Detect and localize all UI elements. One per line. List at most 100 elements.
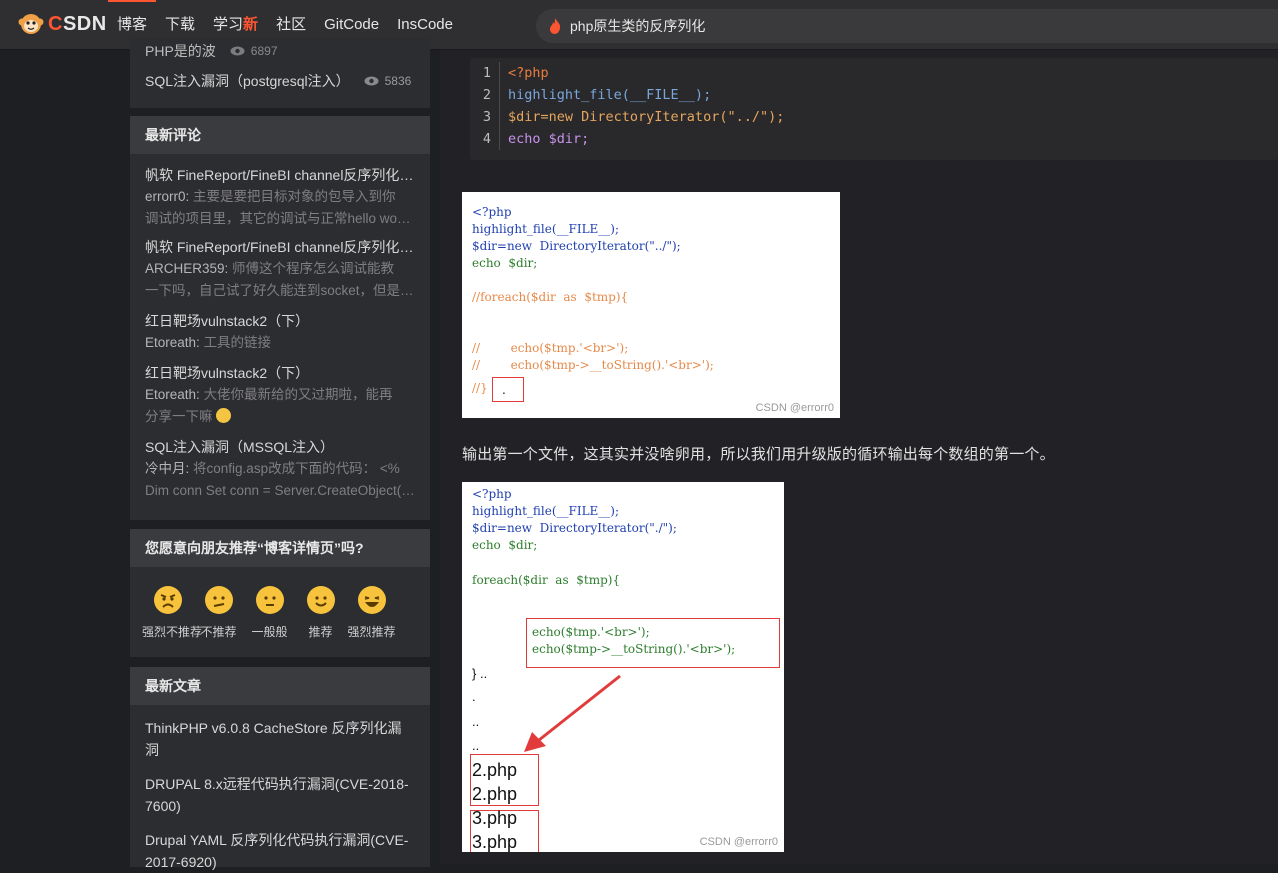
- comment-item[interactable]: SQL注入漏洞（MSSQL注入） 冷中月: 将config.asp改成下面的代码…: [130, 428, 430, 502]
- comment-article-title[interactable]: 红日靶场vulnstack2（下）: [145, 362, 415, 384]
- article-content: 1 <?php 2 highlight_file(__FILE__); 3 $dir=…: [440, 50, 1278, 864]
- comment-text: 调试的项目里，其它的调试与正常hello world一样: [145, 211, 415, 226]
- monkey-logo-icon: [18, 14, 44, 34]
- image-code-line: $dir=new DirectoryIterator("./");: [472, 521, 677, 535]
- comment-text: 分享一下嘛: [145, 409, 213, 424]
- search-input[interactable]: php原生类的反序列化: [536, 9, 1278, 43]
- code-text: echo $dir;: [508, 131, 590, 147]
- code-line: 1 <?php: [470, 62, 549, 84]
- recommend-options: 强烈不推荐 不推荐 一般般 推荐 强烈推荐: [130, 567, 430, 640]
- image-code-line: <?php: [472, 487, 512, 501]
- image-code-line: echo $dir;: [472, 256, 538, 270]
- article-paragraph: 输出第一个文件，这其实并没啥卵用，所以我们用升级版的循环输出每个数组的第一个。: [462, 446, 1055, 463]
- watermark: CSDN @errorr0: [699, 836, 778, 848]
- code-text: <?php: [508, 65, 549, 81]
- recommend-title: 您愿意向朋友推荐“博客详情页”吗?: [130, 529, 430, 567]
- smile-face-icon: [306, 586, 335, 614]
- comment-article-title[interactable]: 帆软 FineReport/FineBI channel反序列化漏洞: [145, 236, 415, 258]
- comment-item[interactable]: 帆软 FineReport/FineBI channel反序列化漏洞 ARCHE…: [130, 230, 430, 302]
- comment-text: 主要是要把目标对象的包导入到你: [193, 189, 396, 204]
- option-label: 强烈推荐: [347, 625, 396, 639]
- option-recommend[interactable]: 推荐: [295, 585, 346, 640]
- view-count: 5836: [384, 74, 412, 88]
- image-output: ..: [472, 714, 480, 729]
- comment-item[interactable]: 帆软 FineReport/FineBI channel反序列化漏洞 error…: [130, 154, 430, 230]
- neutral-face-icon: [255, 586, 284, 614]
- comment-article-title[interactable]: 红日靶场vulnstack2（下）: [145, 310, 415, 332]
- image-code-line: highlight_file(__FILE__);: [472, 222, 620, 236]
- image-code-line: // echo($tmp->__toString().'<br>');: [472, 358, 714, 372]
- hot-articles-card: PHP是的波 6897 SQL注入漏洞（postgresql注入） 5836: [130, 38, 430, 108]
- code-block[interactable]: 1 <?php 2 highlight_file(__FILE__); 3 $dir=…: [470, 58, 1278, 160]
- views-eye-icon: [364, 76, 379, 86]
- nav-inscode-label: InsCode: [397, 16, 453, 33]
- watermark: CSDN @errorr0: [755, 402, 834, 414]
- new-badge: 新: [243, 16, 259, 33]
- hot-article-item[interactable]: SQL注入漏洞（postgresql注入） 5836: [130, 66, 430, 96]
- hot-flame-icon: [550, 18, 561, 34]
- screenshot-image-1: <?php highlight_file(__FILE__); $dir=new…: [462, 192, 840, 418]
- image-code-line: <?php: [472, 205, 512, 219]
- hot-article-item[interactable]: PHP是的波 6897: [130, 38, 430, 64]
- article-title: Drupal YAML 反序列化代码执行漏洞(CVE-: [145, 832, 409, 848]
- hot-article-title: PHP是的波: [145, 43, 216, 59]
- nav-community-label: 社区: [276, 16, 307, 33]
- image-code-line: // echo($tmp.'<br>');: [472, 341, 629, 355]
- comment-article-title[interactable]: SQL注入漏洞（MSSQL注入）: [145, 436, 415, 458]
- angry-face-icon: [153, 586, 182, 614]
- option-neutral[interactable]: 一般般: [244, 585, 295, 640]
- article-title-cont: 2017-6920): [145, 854, 217, 870]
- csdn-logo[interactable]: CSDN: [18, 12, 107, 36]
- comment-text: 工具的链接: [203, 335, 272, 350]
- image-output: 3.php: [472, 832, 518, 852]
- option-strongly-recommend[interactable]: 强烈推荐: [346, 585, 397, 640]
- line-number: 4: [470, 128, 500, 150]
- comment-user: Etoreath:: [145, 387, 200, 402]
- view-count: 6897: [250, 44, 278, 58]
- comment-text: 一下吗，自己试了好久能连到socket，但是断点就不行: [145, 283, 415, 298]
- code-text: highlight_file(__FILE__);: [508, 87, 712, 103]
- nav-blog-label: 博客: [117, 16, 148, 33]
- comment-user: errorr0:: [145, 189, 190, 204]
- code-line: 4 echo $dir;: [470, 128, 589, 150]
- latest-article-item[interactable]: Drupal YAML 反序列化代码执行漏洞(CVE- 2017-6920): [130, 817, 430, 873]
- latest-article-item[interactable]: DRUPAL 8.x远程代码执行漏洞(CVE-2018- 7600): [130, 761, 430, 817]
- image-output: ..: [472, 738, 480, 753]
- image-code-line: echo($tmp.'<br>');: [532, 625, 650, 639]
- code-line: 3 $dir=new DirectoryIterator("../");: [470, 106, 784, 128]
- brand-name: CSDN: [48, 12, 107, 35]
- image-output: 3.php: [472, 808, 518, 828]
- latest-article-item[interactable]: ThinkPHP v6.0.8 CacheStore 反序列化漏洞: [130, 705, 430, 761]
- image-output: .: [502, 383, 506, 397]
- comment-item[interactable]: 红日靶场vulnstack2（下） Etoreath: 工具的链接: [130, 302, 430, 354]
- article-title: ThinkPHP v6.0.8 CacheStore 反序列化漏洞: [145, 720, 402, 758]
- option-strongly-not-recommend[interactable]: 强烈不推荐: [142, 585, 203, 640]
- latest-articles-card: 最新文章 ThinkPHP v6.0.8 CacheStore 反序列化漏洞 D…: [130, 667, 430, 870]
- image-code-line: //}: [472, 381, 488, 395]
- comment-user: 冷中月:: [145, 461, 190, 476]
- nav-learn-label: 学习: [213, 16, 244, 33]
- image-output: 2.php: [472, 784, 518, 804]
- comment-item[interactable]: 红日靶场vulnstack2（下） Etoreath: 大佬你最新给的又过期啦，…: [130, 354, 430, 428]
- option-not-recommend[interactable]: 不推荐: [193, 585, 244, 640]
- image-code-line: highlight_file(__FILE__);: [472, 504, 620, 518]
- option-label: 强烈不推荐: [142, 625, 203, 639]
- latest-comments-title: 最新评论: [130, 116, 430, 154]
- article-title-cont: 7600): [145, 798, 181, 814]
- line-number: 1: [470, 62, 500, 84]
- laughing-face-icon: [357, 586, 386, 614]
- option-label: 一般般: [251, 625, 288, 639]
- option-label: 不推荐: [200, 625, 237, 639]
- nav-download-label: 下载: [165, 16, 196, 33]
- screenshot-image-2: <?php highlight_file(__FILE__); $dir=new…: [462, 482, 784, 852]
- comment-user: ARCHER359:: [145, 261, 229, 276]
- comment-user: Etoreath:: [145, 335, 200, 350]
- red-arrow-icon: [524, 674, 621, 752]
- flushed-emoji-icon: [216, 408, 232, 423]
- image-code-line: echo $dir;: [472, 538, 538, 552]
- comment-article-title[interactable]: 帆软 FineReport/FineBI channel反序列化漏洞: [145, 164, 415, 186]
- image-output: .: [472, 689, 476, 704]
- hot-article-title: SQL注入漏洞（postgresql注入）: [145, 73, 350, 89]
- recommend-card: 您愿意向朋友推荐“博客详情页”吗? 强烈不推荐 不推荐 一般般 推荐 强烈推荐: [130, 529, 430, 657]
- code-line: 2 highlight_file(__FILE__);: [470, 84, 711, 106]
